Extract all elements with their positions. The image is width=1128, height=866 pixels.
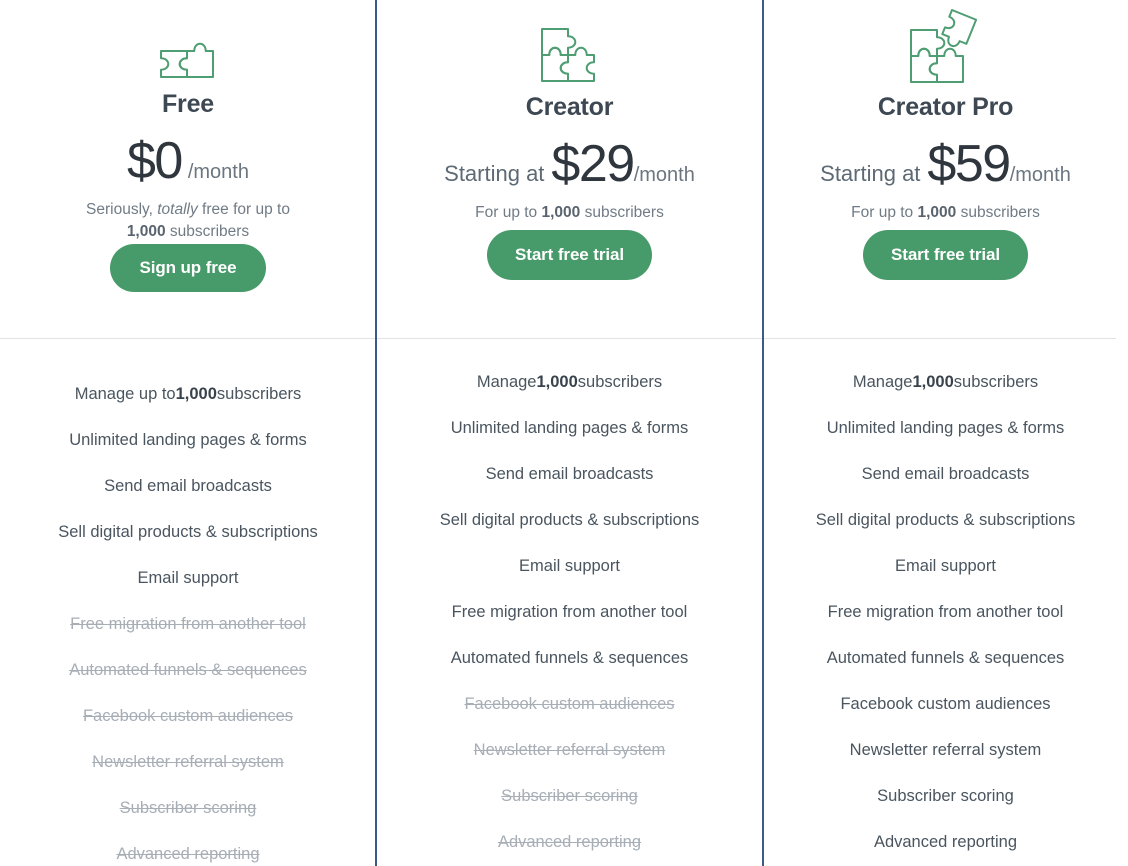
feature-item: Advanced reporting [116,845,260,864]
plan-price-free: $0/month [127,135,249,187]
feature-item: Manage 1,000 subscribers [852,373,1039,392]
plan-columns: Free $0/month Seriously, totally free for … [0,0,1128,866]
puzzle-three-pieces-icon [539,8,601,86]
plan-name-creator: Creator [525,93,614,121]
feature-item: Email support [137,569,239,588]
feature-item: Advanced reporting [873,833,1018,852]
price-amount: $0 [127,131,183,190]
feature-item: Sell digital products & subscriptions [815,511,1076,530]
feature-list-creator-pro: Manage 1,000 subscribers Unlimited landin… [763,326,1128,866]
feature-item: Newsletter referral system [849,741,1042,760]
price-period: /month [187,160,249,183]
price-period: /month [633,163,695,186]
feature-list-creator: Manage 1,000 subscribers Unlimited landin… [376,326,763,866]
feature-item: Email support [895,557,996,576]
plan-note-creator-pro: For up to 1,000 subscribers [851,203,1040,221]
feature-item: Email support [519,557,620,576]
feature-item: Automated funnels & sequences [826,649,1065,668]
plan-header-free: Free $0/month Seriously, totally free for … [0,0,376,338]
feature-item: Send email broadcasts [104,477,272,496]
header-features-divider [0,338,1116,339]
feature-item: Automated funnels & sequences [450,649,689,668]
feature-item: Free migration from another tool [70,615,306,634]
plan-column-free: Free $0/month Seriously, totally free for … [0,0,376,866]
plan-note-creator: For up to 1,000 subscribers [475,203,664,221]
plan-column-creator-pro: Creator Pro Starting at $59/month For up to… [763,0,1128,866]
feature-item: Send email broadcasts [485,465,654,484]
price-prefix: Starting at [444,160,545,186]
puzzle-four-pieces-icon [908,8,984,86]
feature-item: Facebook custom audiences [840,695,1051,714]
feature-item: Subscriber scoring [501,787,638,806]
feature-item: Unlimited landing pages & forms [450,419,689,438]
plan-name-creator-pro: Creator Pro [877,93,1014,121]
feature-item: Subscriber scoring [119,799,257,818]
price-prefix: Starting at [820,160,921,186]
feature-item: Facebook custom audiences [464,695,675,714]
plan-header-creator-pro: Creator Pro Starting at $59/month For up to… [763,0,1128,326]
feature-item: Free migration from another tool [827,603,1064,622]
column-divider-2 [762,0,764,866]
price-amount: $59 [927,134,1011,193]
plan-price-creator: Starting at $29/month [444,138,695,190]
plan-price-creator-pro: Starting at $59/month [820,138,1071,190]
feature-item: Sell digital products & subscriptions [58,523,318,542]
feature-item: Unlimited landing pages & forms [69,431,307,450]
feature-item: Unlimited landing pages & forms [826,419,1065,438]
feature-item: Newsletter referral system [473,741,666,760]
feature-item: Subscriber scoring [877,787,1014,806]
cta-button-creator[interactable]: Start free trial [487,230,652,280]
feature-item: Manage 1,000 subscribers [476,373,663,392]
feature-item: Facebook custom audiences [82,707,294,726]
plan-name-free: Free [161,90,214,119]
feature-item: Free migration from another tool [451,603,688,622]
puzzle-two-pieces-icon [158,8,218,83]
feature-item: Send email broadcasts [861,465,1030,484]
cta-button-creator-pro[interactable]: Start free trial [863,230,1028,280]
plan-header-creator: Creator Starting at $29/month For up to 1,0… [376,0,763,326]
price-amount: $29 [551,134,635,193]
plan-column-creator: Creator Starting at $29/month For up to 1,0… [376,0,763,866]
column-divider-1 [375,0,377,866]
pricing-comparison-table: Free $0/month Seriously, totally free for … [0,0,1128,866]
feature-item: Advanced reporting [497,833,642,852]
cta-button-free[interactable]: Sign up free [110,243,266,292]
feature-item: Manage up to 1,000 subscribers [74,385,302,404]
price-period: /month [1009,163,1071,186]
feature-list-free: Manage up to 1,000 subscribers Unlimited … [0,338,376,866]
feature-item: Newsletter referral system [92,753,284,772]
feature-item: Sell digital products & subscriptions [439,511,700,530]
plan-note-free: Seriously, totally free for up to 1,000 … [86,200,290,241]
feature-item: Automated funnels & sequences [69,661,307,680]
